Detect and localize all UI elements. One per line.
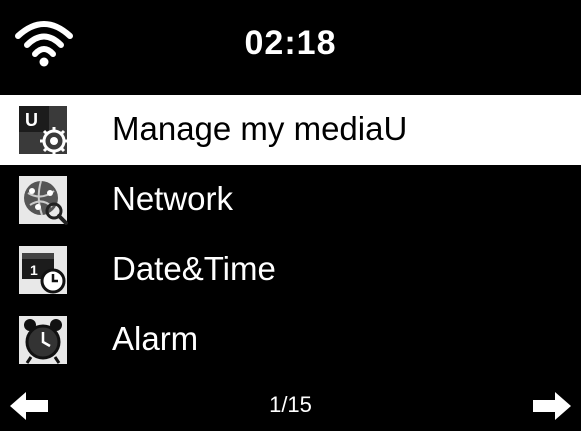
menu-item-manage-my-mediau[interactable]: U Manage my mediaU: [0, 95, 581, 165]
menu-item-date-time[interactable]: 1 Date&Time: [0, 235, 581, 305]
svg-text:1: 1: [30, 262, 38, 278]
page-indicator: 1/15: [269, 392, 312, 417]
menu-item-label: Network: [112, 180, 234, 217]
status-bar: 02:18: [0, 0, 581, 92]
clock-time: 02:18: [244, 24, 337, 62]
calendar-clock-icon: 1: [19, 246, 67, 294]
svg-text:U: U: [25, 110, 38, 130]
media-settings-icon: U: [19, 106, 68, 155]
menu-item-network[interactable]: Network: [0, 165, 581, 235]
menu-item-label: Date&Time: [112, 250, 276, 287]
menu-item-label: Manage my mediaU: [112, 110, 408, 147]
menu-item-label: Alarm: [112, 320, 199, 357]
footer-bar: 1/15: [0, 380, 581, 431]
network-globe-icon: [19, 176, 68, 225]
alarm-clock-icon: [19, 316, 67, 364]
menu-item-alarm[interactable]: Alarm: [0, 305, 581, 375]
arrow-right-icon[interactable]: [531, 392, 571, 420]
